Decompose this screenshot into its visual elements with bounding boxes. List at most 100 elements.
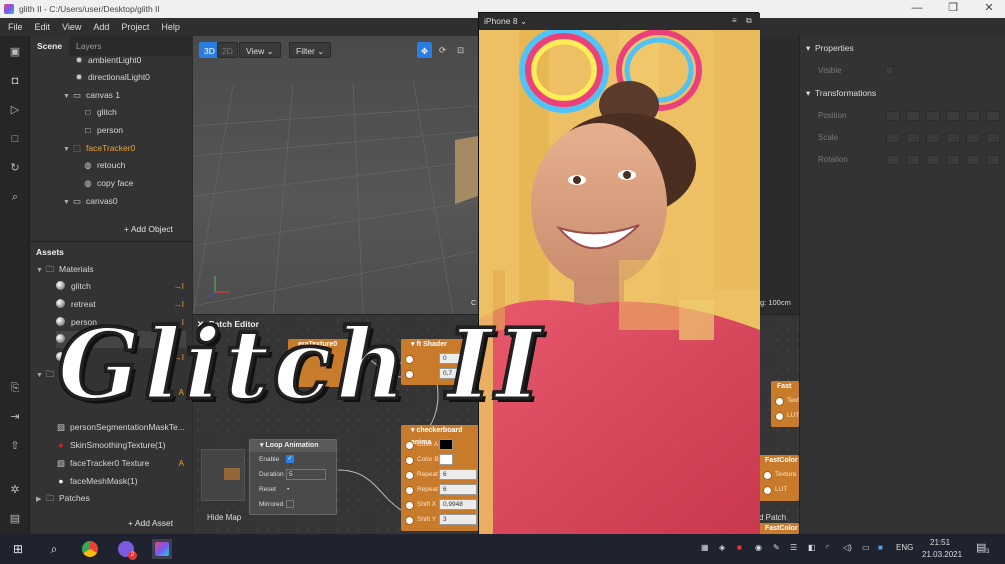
panel-icon[interactable]: ▤ (7, 511, 23, 527)
fastcolor-port-texture[interactable]: Texture (771, 393, 808, 408)
menu-view[interactable]: View (56, 22, 87, 32)
duration-input[interactable]: 5 (286, 469, 326, 480)
clock-time[interactable]: 21:51 (930, 538, 950, 547)
play-icon[interactable]: ▷ (7, 102, 23, 118)
texture-item[interactable]: ▧ personSegmentationMaskTe... (56, 419, 185, 436)
maximize-button[interactable]: ❐ (938, 0, 968, 18)
wifi-icon[interactable]: ◜ (826, 543, 829, 552)
chevron-down-icon[interactable]: ▼ (63, 141, 72, 158)
loop-row-duration[interactable]: Duration 5 (250, 467, 336, 482)
view-dropdown[interactable]: View ⌄ (239, 42, 281, 58)
checkerboard-node[interactable]: ▾ checkerboard anima Color A Color B Rep… (401, 425, 481, 531)
close-button[interactable]: ✕ (974, 0, 1004, 18)
position-y-field[interactable] (946, 111, 960, 121)
checker-port-color-a[interactable]: Color A (401, 437, 481, 452)
checker-port-repeat-x[interactable]: Repeat X6 (401, 467, 481, 482)
chevron-down-icon[interactable]: ▼ (36, 262, 45, 279)
fastcolor-port-lut[interactable]: LUT (759, 482, 799, 497)
refresh-icon[interactable]: ↻ (7, 160, 23, 176)
texture-item[interactable]: ● faceMeshMask(1) (56, 473, 137, 490)
bug-icon[interactable]: ✲ (7, 482, 23, 498)
add-asset-button[interactable]: + Add Asset (128, 518, 173, 528)
loop-row-enable[interactable]: Enable ✓ (250, 452, 336, 467)
scale-z-field[interactable] (986, 133, 1000, 143)
chevron-down-icon[interactable]: ▼ (36, 367, 45, 384)
color-swatch-black[interactable] (439, 439, 453, 450)
tray-app-icon[interactable]: ✎ (773, 543, 780, 552)
clock-date[interactable]: 21.03.2021 (922, 550, 962, 559)
position-z-field[interactable] (986, 111, 1000, 121)
rotation-x-field[interactable] (886, 155, 900, 165)
minimize-button[interactable]: — (902, 0, 932, 18)
menu-help[interactable]: Help (155, 22, 186, 32)
hide-map-button[interactable]: Hide Map (207, 513, 241, 522)
rotation-x-field[interactable] (906, 155, 920, 165)
reset-pulse-icon[interactable]: • (287, 482, 289, 497)
menu-icon[interactable]: ≡ (732, 16, 737, 25)
visible-checkbox[interactable] (885, 66, 894, 75)
rotation-z-field[interactable] (986, 155, 1000, 165)
export-icon[interactable]: ⇥ (7, 409, 23, 425)
scale-x-field[interactable] (886, 133, 900, 143)
popout-icon[interactable]: ⧉ (746, 16, 752, 26)
battery-icon[interactable]: ▭ (862, 543, 870, 552)
video-icon[interactable]: ◘ (7, 73, 23, 89)
volume-icon[interactable]: ◁) (843, 543, 852, 552)
scene-item-ambientlight[interactable]: ✹ ambientLight0 (74, 52, 141, 69)
folder-materials[interactable]: ▼ 🗀 Materials (36, 261, 93, 278)
position-z-field[interactable] (966, 111, 980, 121)
texture-item[interactable]: ● SkinSmoothingTexture(1) (56, 437, 165, 454)
transformations-header[interactable]: ▾ Transformations (806, 88, 876, 99)
windows-start-icon[interactable]: ⊞ (8, 539, 28, 559)
mirrored-checkbox[interactable] (286, 500, 294, 508)
fastcolor-port-texture[interactable]: Texture (759, 467, 799, 482)
scene-item-directionallight[interactable]: ✹ directionalLight0 (74, 69, 149, 86)
rotation-y-field[interactable] (926, 155, 940, 165)
chevron-down-icon[interactable]: ▼ (63, 88, 72, 105)
tray-app-icon[interactable]: ◉ (755, 543, 762, 552)
scale-y-field[interactable] (926, 133, 940, 143)
scene-item-facetracker[interactable]: ▼ ⬚ faceTracker0 (63, 140, 135, 157)
tray-app-icon[interactable]: ◧ (808, 543, 816, 552)
checker-port-repeat-y[interactable]: Repeat Y6 (401, 482, 481, 497)
menu-file[interactable]: File (2, 22, 29, 32)
add-patch-button[interactable]: d Patch (759, 513, 786, 522)
device-selector[interactable]: iPhone 8 ⌄ (484, 16, 527, 27)
mode-2d-button[interactable]: 2D (217, 42, 238, 58)
phone-preview-window[interactable]: iPhone 8 ⌄ ≡ ⧉ (478, 12, 760, 535)
checker-port-shift-x[interactable]: Shift X 0,9948 (401, 497, 481, 512)
move-tool-icon[interactable]: ✥ (417, 42, 433, 58)
scene-item-person[interactable]: □ person (83, 122, 123, 139)
rotate-tool-icon[interactable]: ⟳ (436, 42, 449, 58)
loop-row-mirrored[interactable]: Mirrored (250, 497, 336, 512)
position-y-field[interactable] (926, 111, 940, 121)
material-item[interactable]: glitch (56, 278, 91, 295)
minimap[interactable] (201, 449, 245, 501)
scale-tool-icon[interactable]: ⊡ (454, 42, 467, 58)
notifications-icon[interactable]: ▤ (976, 541, 986, 554)
scene-item-canvas0[interactable]: ▼ ▭ canvas0 (63, 193, 118, 210)
scale-x-field[interactable] (906, 133, 920, 143)
position-x-field[interactable] (906, 111, 920, 121)
scene-item-retouch[interactable]: ◍ retouch (83, 157, 125, 174)
checker-port-color-b[interactable]: Color B (401, 452, 481, 467)
viber-icon[interactable]: 2 (116, 539, 137, 560)
search-icon[interactable]: ⌕ (7, 189, 23, 205)
fastcolor-node-1[interactable]: Fast Texture LUT (771, 381, 808, 427)
spark-ar-taskbar-icon[interactable] (152, 539, 172, 559)
tray-app-icon[interactable]: ☰ (790, 543, 797, 552)
import-icon[interactable]: ⎘ (7, 380, 23, 396)
loop-animation-node[interactable]: ▾ Loop Animation Enable ✓ Duration 5 Reset… (249, 439, 337, 515)
scale-y-field[interactable] (946, 133, 960, 143)
color-swatch-white[interactable] (439, 454, 453, 465)
rotation-y-field[interactable] (946, 155, 960, 165)
tray-app-icon[interactable]: ◈ (719, 543, 725, 552)
tray-app-icon[interactable]: ▦ (701, 543, 709, 552)
loop-row-reset[interactable]: Reset • (250, 482, 336, 497)
scale-z-field[interactable] (966, 133, 980, 143)
chevron-down-icon[interactable]: ▼ (63, 194, 72, 211)
fastcolor-node-2[interactable]: FastColor Texture LUT (759, 455, 799, 501)
folder-patches[interactable]: ▶ 🗀 Patches (36, 490, 90, 507)
add-object-button[interactable]: + Add Object (124, 224, 173, 234)
scene-item-glitch[interactable]: □ glitch (83, 104, 116, 121)
